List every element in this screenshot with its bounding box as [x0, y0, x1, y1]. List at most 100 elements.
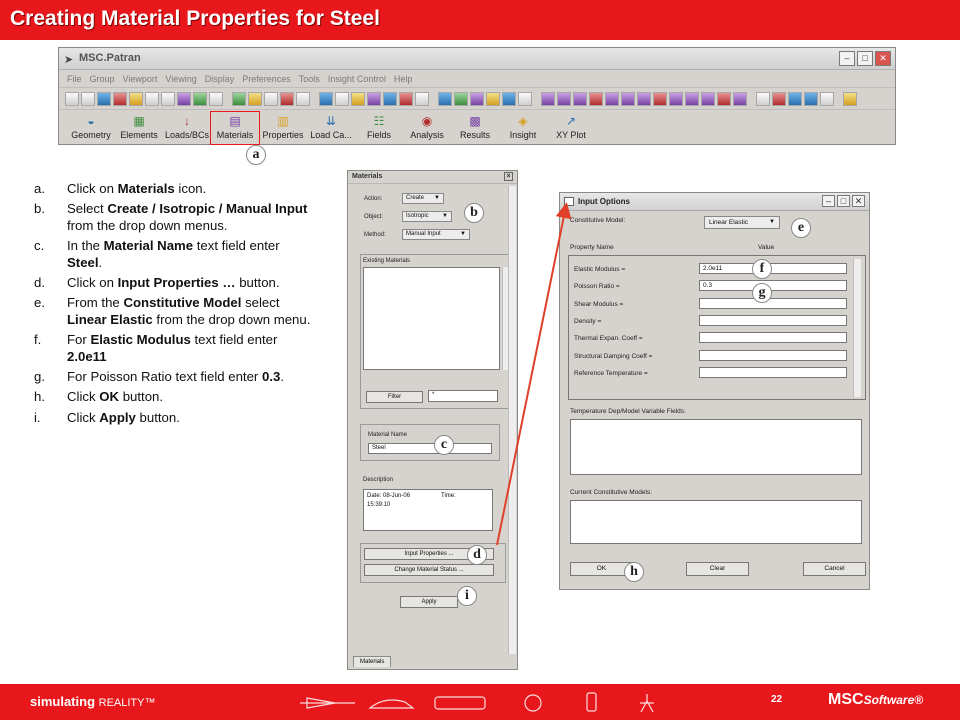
toolbar-tool-icon[interactable]	[280, 91, 294, 106]
toolbar-tool-icon[interactable]	[193, 91, 207, 106]
app-button-analysis[interactable]: ◉ Analysis	[403, 112, 451, 144]
toolbar-tool-icon[interactable]	[351, 91, 365, 106]
toolbar-tool-icon[interactable]	[319, 91, 333, 106]
description-field[interactable]: Date: 08-Jun-06 Time: 15:39:10	[363, 489, 493, 531]
toolbar-tool-icon[interactable]	[97, 91, 111, 106]
clear-button[interactable]: Clear	[686, 562, 749, 576]
toolbar-tool-icon[interactable]	[264, 91, 278, 106]
toolbar-tool-icon[interactable]	[843, 91, 857, 106]
toolbar-tool-icon[interactable]	[669, 91, 683, 106]
toolbar-tool-icon[interactable]	[788, 91, 802, 106]
menu-item-insight-control[interactable]: Insight Control	[324, 74, 390, 84]
tab-materials[interactable]: Materials	[353, 656, 392, 667]
constitutive-model-select[interactable]: Linear Elastic	[704, 216, 780, 229]
app-button-elements[interactable]: ▦ Elements	[115, 112, 163, 144]
toolbar-tool-icon[interactable]	[296, 91, 310, 106]
toolbar-tool-icon[interactable]	[81, 91, 95, 106]
toolbar-tool-icon[interactable]	[541, 91, 555, 106]
property-value-field-6[interactable]	[699, 366, 847, 378]
temperature-fields-list[interactable]	[570, 419, 862, 475]
filter-field[interactable]: *	[428, 390, 498, 402]
close-icon[interactable]: ×	[504, 172, 513, 181]
app-button-fields[interactable]: ☷ Fields	[355, 112, 403, 144]
change-material-status-button[interactable]: Change Material Status ...	[364, 564, 494, 576]
property-table-scrollbar[interactable]	[853, 259, 861, 397]
apply-button[interactable]: Apply	[400, 596, 458, 608]
toolbar-tool-icon[interactable]	[756, 91, 770, 106]
app-button-load-cases[interactable]: ⇊ Load Ca...	[307, 112, 355, 144]
close-button[interactable]: ✕	[875, 51, 891, 66]
menu-item-help[interactable]: Help	[390, 74, 417, 84]
current-models-list[interactable]	[570, 500, 862, 544]
toolbar-tool-icon[interactable]	[470, 91, 484, 106]
toolbar-tool-icon[interactable]	[589, 91, 603, 106]
app-button-insight[interactable]: ◈ Insight	[499, 112, 547, 144]
toolbar-tool-icon[interactable]	[161, 91, 175, 106]
filter-button[interactable]: Filter	[366, 391, 423, 403]
toolbar-tool-icon[interactable]	[383, 91, 397, 106]
menu-item-file[interactable]: File	[63, 74, 86, 84]
toolbar-tool-icon[interactable]	[717, 91, 731, 106]
input-options-titlebar: Input Options – □ ✕	[560, 193, 869, 211]
toolbar-tool-icon[interactable]	[415, 91, 429, 106]
menu-item-display[interactable]: Display	[201, 74, 239, 84]
toolbar-tool-icon[interactable]	[399, 91, 413, 106]
app-button-properties[interactable]: ▥ Properties	[259, 112, 307, 144]
close-button[interactable]: ✕	[852, 195, 865, 207]
toolbar-tool-icon[interactable]	[605, 91, 619, 106]
cancel-button[interactable]: Cancel	[803, 562, 866, 576]
toolbar-tool-icon[interactable]	[518, 91, 532, 106]
app-button-xy-plot[interactable]: ↗ XY Plot	[547, 112, 595, 144]
toolbar-tool-icon[interactable]	[573, 91, 587, 106]
toolbar-tool-icon[interactable]	[113, 91, 127, 106]
toolbar-tool-icon[interactable]	[653, 91, 667, 106]
toolbar-tool-icon[interactable]	[486, 91, 500, 106]
toolbar-tool-icon[interactable]	[209, 91, 223, 106]
object-select[interactable]: Isotropic	[402, 211, 452, 222]
menu-item-group[interactable]: Group	[86, 74, 119, 84]
toolbar-tool-icon[interactable]	[685, 91, 699, 106]
menu-item-tools[interactable]: Tools	[295, 74, 324, 84]
toolbar-tool-icon[interactable]	[129, 91, 143, 106]
maximize-button[interactable]: □	[837, 195, 850, 207]
toolbar-tool-icon[interactable]	[335, 91, 349, 106]
existing-materials-list[interactable]	[363, 267, 500, 370]
action-select[interactable]: Create	[402, 193, 444, 204]
minimize-button[interactable]: –	[822, 195, 835, 207]
app-button-geometry[interactable]: ◒ Geometry	[67, 112, 115, 144]
property-value-field-4[interactable]	[699, 332, 847, 344]
toolbar-tool-icon[interactable]	[772, 91, 786, 106]
toolbar-tool-icon[interactable]	[145, 91, 159, 106]
toolbar-tool-icon[interactable]	[232, 91, 246, 106]
material-name-field[interactable]: Steel	[368, 443, 492, 454]
property-value-field-2[interactable]	[699, 297, 847, 309]
app-button-results[interactable]: ▩ Results	[451, 112, 499, 144]
minimize-button[interactable]: –	[839, 51, 855, 66]
toolbar-tool-icon[interactable]	[454, 91, 468, 106]
toolbar-tool-icon[interactable]	[177, 91, 191, 106]
app-button-loads[interactable]: ↓ Loads/BCs	[163, 112, 211, 144]
toolbar-tool-icon[interactable]	[733, 91, 747, 106]
toolbar-tool-icon[interactable]	[637, 91, 651, 106]
menu-item-viewport[interactable]: Viewport	[119, 74, 162, 84]
materials-form-scrollbar[interactable]	[508, 186, 516, 654]
toolbar-tool-icon[interactable]	[820, 91, 834, 106]
menu-item-viewing[interactable]: Viewing	[161, 74, 200, 84]
toolbar-tool-icon[interactable]	[502, 91, 516, 106]
property-value-field-1[interactable]: 0.3	[699, 280, 847, 292]
toolbar-tool-icon[interactable]	[248, 91, 262, 106]
property-value-field-5[interactable]	[699, 349, 847, 361]
toolbar-tool-icon[interactable]	[557, 91, 571, 106]
toolbar-tool-icon[interactable]	[701, 91, 715, 106]
toolbar-tool-icon[interactable]	[804, 91, 818, 106]
toolbar-tool-icon[interactable]	[438, 91, 452, 106]
menu-item-preferences[interactable]: Preferences	[238, 74, 295, 84]
maximize-button[interactable]: □	[857, 51, 873, 66]
property-value-field-0[interactable]: 2.0e11	[699, 263, 847, 274]
property-value-field-3[interactable]	[699, 314, 847, 326]
method-select[interactable]: Manual Input	[402, 229, 470, 240]
toolbar-tool-icon[interactable]	[65, 91, 79, 106]
app-button-materials[interactable]: ▤ Materials	[210, 111, 260, 145]
toolbar-tool-icon[interactable]	[621, 91, 635, 106]
toolbar-tool-icon[interactable]	[367, 91, 381, 106]
